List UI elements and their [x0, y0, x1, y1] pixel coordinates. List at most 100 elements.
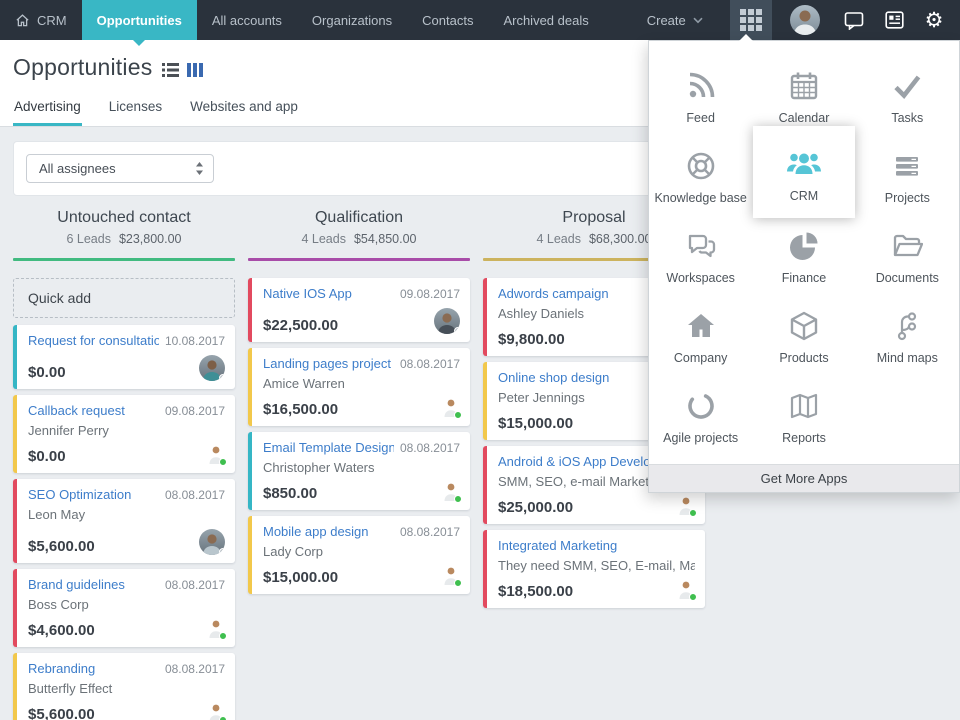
- app-tile-mind-maps[interactable]: Mind maps: [856, 297, 959, 377]
- app-tile-documents[interactable]: Documents: [856, 217, 959, 297]
- assignee-avatar: [677, 496, 697, 517]
- avatar-photo-icon: [794, 10, 816, 35]
- gear-icon: ⚙: [924, 8, 944, 32]
- deal-card[interactable]: SEO Optimization 08.08.2017 Leon May $5,6…: [13, 479, 235, 563]
- app-tile-finance[interactable]: Finance: [752, 217, 855, 297]
- app-tile-tasks[interactable]: Tasks: [856, 57, 959, 137]
- deal-card[interactable]: Callback request 09.08.2017 Jennifer Perr…: [13, 395, 235, 473]
- app-tile-workspaces[interactable]: Workspaces: [649, 217, 752, 297]
- deal-company: Lady Corp: [263, 544, 323, 559]
- messenger-button[interactable]: [834, 0, 874, 40]
- column-amount: $68,300.00: [588, 232, 652, 246]
- settings-button[interactable]: ⚙: [914, 0, 954, 40]
- nav-item-archived-deals[interactable]: Archived deals: [488, 0, 603, 40]
- deal-title-link[interactable]: Landing pages project: [263, 356, 391, 371]
- deal-title-link[interactable]: Brand guidelines: [28, 577, 125, 592]
- deal-price: $22,500.00: [263, 317, 339, 334]
- deal-price: $9,800.00: [498, 331, 565, 348]
- deal-company: Leon May: [28, 507, 86, 522]
- deal-title-link[interactable]: Integrated Marketing: [498, 538, 617, 553]
- deal-title-link[interactable]: Online shop design: [498, 370, 609, 385]
- app-tile-knowledge-base[interactable]: Knowledge base: [649, 137, 752, 217]
- navbar-right-group: ⚙: [730, 0, 960, 40]
- assignee-select-value: All assignees: [39, 161, 116, 176]
- assignee-avatar: [442, 566, 462, 587]
- deal-price: $850.00: [263, 485, 318, 502]
- app-tile-calendar[interactable]: Calendar: [752, 57, 855, 137]
- activity-log-button[interactable]: [874, 0, 914, 40]
- nav-item-organizations[interactable]: Organizations: [297, 0, 407, 40]
- folder-icon: [894, 234, 924, 256]
- deal-card[interactable]: Rebranding 08.08.2017 Butterfly Effect $5…: [13, 653, 235, 720]
- column-qualification: Qualification 4 Leads $54,850.00 Native I…: [248, 206, 470, 720]
- deal-company: Amice Warren: [263, 376, 345, 391]
- get-more-apps-link[interactable]: Get More Apps: [649, 464, 959, 492]
- deal-card[interactable]: Email Template Design 08.08.2017 Christop…: [248, 432, 470, 510]
- column-leads-count: 4 Leads: [536, 232, 581, 246]
- deal-company: Boss Corp: [28, 597, 89, 612]
- deal-title-link[interactable]: Callback request: [28, 403, 125, 418]
- apps-grid-icon: [740, 9, 762, 31]
- feed-icon: [689, 72, 714, 97]
- app-tile-agile-projects[interactable]: Agile projects: [649, 377, 752, 457]
- deal-price: $5,600.00: [28, 706, 95, 720]
- quick-add-button[interactable]: Quick add: [13, 278, 235, 318]
- assignee-select[interactable]: All assignees: [26, 154, 214, 183]
- tab-advertising[interactable]: Advertising: [13, 93, 82, 126]
- calendar-icon: [790, 72, 818, 99]
- app-tile-feed[interactable]: Feed: [649, 57, 752, 137]
- app-tile-products[interactable]: Products: [752, 297, 855, 377]
- app-tile-company[interactable]: Company: [649, 297, 752, 377]
- app-tile-crm[interactable]: CRM: [753, 126, 855, 218]
- app-tile-projects[interactable]: Projects: [856, 137, 959, 217]
- deal-card[interactable]: Request for consultation 10.08.2017 $0.00: [13, 325, 235, 389]
- deal-title-link[interactable]: SEO Optimization: [28, 487, 131, 502]
- user-avatar[interactable]: [790, 5, 820, 35]
- deal-title-link[interactable]: Rebranding: [28, 661, 95, 676]
- deal-card[interactable]: Brand guidelines 08.08.2017 Boss Corp $4,…: [13, 569, 235, 647]
- finance-pie-icon: [789, 232, 818, 260]
- deal-price: $15,000.00: [263, 569, 339, 586]
- deal-date: 08.08.2017: [399, 525, 460, 539]
- deal-card[interactable]: Integrated Marketing They need SMM, SEO,…: [483, 530, 705, 608]
- chevron-down-icon: [693, 17, 703, 23]
- nav-item-contacts[interactable]: Contacts: [407, 0, 488, 40]
- deal-title-link[interactable]: Mobile app design: [263, 524, 369, 539]
- kanban-view-icon[interactable]: [187, 62, 204, 77]
- deal-title-link[interactable]: Adwords campaign: [498, 286, 609, 301]
- tasks-checkmark-icon: [894, 75, 921, 99]
- create-dropdown-button[interactable]: Create: [632, 0, 718, 40]
- app-tile-reports[interactable]: Reports: [752, 377, 855, 457]
- workspaces-chat-icon: [688, 234, 715, 257]
- deal-card[interactable]: Landing pages project 08.08.2017 Amice Wa…: [248, 348, 470, 426]
- deal-date: 08.08.2017: [399, 441, 460, 455]
- deal-price: $15,000.00: [498, 415, 574, 432]
- tab-licenses[interactable]: Licenses: [108, 93, 163, 126]
- deal-date: 09.08.2017: [164, 404, 225, 418]
- list-view-icon[interactable]: [162, 62, 180, 77]
- deal-title-link[interactable]: Request for consultation: [28, 333, 159, 348]
- deal-price: $0.00: [28, 364, 66, 381]
- lifebuoy-icon: [687, 152, 714, 179]
- tab-websites-and-app[interactable]: Websites and app: [189, 93, 299, 126]
- top-navbar: CRM Opportunities All accounts Organizat…: [0, 0, 960, 46]
- assignee-avatar: [207, 445, 227, 466]
- deal-price: $0.00: [28, 448, 66, 465]
- deal-company: Jennifer Perry: [28, 423, 109, 438]
- nav-item-crm-home[interactable]: CRM: [0, 0, 82, 40]
- deal-date: 08.08.2017: [164, 662, 225, 676]
- deal-date: 08.08.2017: [164, 488, 225, 502]
- deal-title-link[interactable]: Native IOS App: [263, 286, 352, 301]
- assignee-avatar: [199, 355, 225, 381]
- column-color-bar: [13, 258, 235, 261]
- assignee-avatar: [442, 482, 462, 503]
- deal-date: 09.08.2017: [399, 287, 460, 301]
- deal-title-link[interactable]: Email Template Design: [263, 440, 394, 455]
- deal-card[interactable]: Mobile app design 08.08.2017 Lady Corp $1…: [248, 516, 470, 594]
- deal-date: 10.08.2017: [164, 334, 225, 348]
- nav-item-opportunities[interactable]: Opportunities: [81, 0, 197, 46]
- deal-card[interactable]: Native IOS App 09.08.2017 $22,500.00: [248, 278, 470, 342]
- nav-item-all-accounts[interactable]: All accounts: [197, 0, 297, 40]
- deal-price: $5,600.00: [28, 538, 95, 555]
- deal-company: Butterfly Effect: [28, 681, 113, 696]
